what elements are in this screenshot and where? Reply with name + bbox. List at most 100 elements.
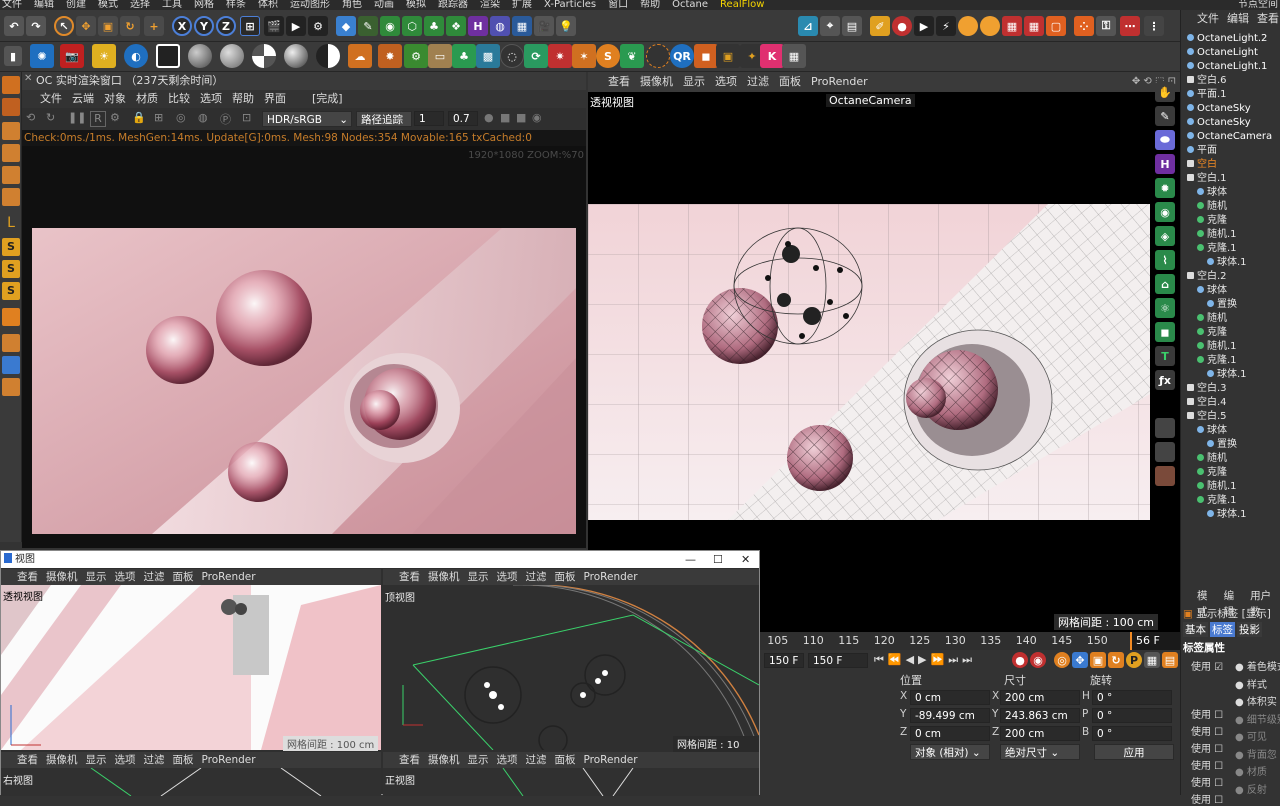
select-tool-icon[interactable]: ↖	[54, 16, 74, 36]
s-tool3-icon[interactable]: S	[2, 282, 20, 300]
octane-cube-icon[interactable]: ◼	[694, 44, 718, 68]
attribute-right-row[interactable]: ● 可见	[1235, 728, 1267, 743]
workplane-icon[interactable]: ⌖	[820, 16, 840, 36]
s-tool2-icon[interactable]: S	[2, 260, 20, 278]
timeline-menu-icon[interactable]: ▤	[1162, 652, 1178, 668]
object-tree-row[interactable]: 空白.1	[1181, 172, 1280, 186]
view-menu-item[interactable]: 过滤	[526, 752, 547, 768]
menu-item[interactable]: 工具	[162, 0, 182, 10]
attribute-right-row[interactable]: ● 材质	[1235, 763, 1267, 778]
object-tree-row[interactable]: 克隆.1	[1181, 242, 1280, 256]
grid-mode-icon[interactable]	[2, 334, 20, 352]
box-icon[interactable]: ▢	[1046, 16, 1066, 36]
render-spin2[interactable]: 0.7	[448, 111, 478, 126]
coordinate-system-icon[interactable]: ⊞	[240, 16, 260, 36]
object-tree-row[interactable]: OctaneCamera	[1181, 130, 1280, 144]
object-tree-row[interactable]: 平面.1	[1181, 88, 1280, 102]
position-field[interactable]: -89.499 cm	[910, 708, 990, 723]
size-field[interactable]: 243.863 cm	[1000, 708, 1080, 723]
view1-perspective[interactable]	[1, 585, 381, 750]
object-tree-row[interactable]: 空白.6	[1181, 74, 1280, 88]
attribute-right-row[interactable]: ● 背面忽	[1235, 746, 1277, 761]
object-tree-row[interactable]: OctaneSky	[1181, 116, 1280, 130]
timeline-ruler[interactable]: 105 110 115 120 125 130 135 140 145 150 56 F	[760, 632, 1180, 650]
object-tree-row[interactable]: 随机.1	[1181, 228, 1280, 242]
object-manager-menu-item[interactable]: 编辑	[1227, 10, 1249, 28]
object-tree-row[interactable]: 克隆.1	[1181, 354, 1280, 368]
octane-star-icon[interactable]: ✶	[572, 44, 596, 68]
object-tree-row[interactable]: 随机.1	[1181, 340, 1280, 354]
menu-item[interactable]: 编辑	[34, 0, 54, 10]
brush-icon[interactable]: ✐	[870, 16, 890, 36]
pause-icon[interactable]: ❚❚	[68, 111, 86, 127]
position-field[interactable]: 0 cm	[910, 726, 990, 741]
view-menu-item[interactable]: 摄像机	[46, 569, 78, 585]
locked-workplane-icon[interactable]: ▤	[842, 16, 862, 36]
view2-top[interactable]	[383, 585, 759, 750]
focus-icon[interactable]: ◎	[176, 111, 192, 127]
size-field[interactable]: 200 cm	[1000, 690, 1080, 705]
generator-icon[interactable]: ♣	[424, 16, 444, 36]
octane-s-icon[interactable]: S	[596, 44, 620, 68]
render-picture-viewer-icon[interactable]: ▶	[286, 16, 306, 36]
octane-gear-icon[interactable]: ⚙	[404, 44, 428, 68]
octane-camera-icon[interactable]: 📷	[60, 44, 84, 68]
menu-item[interactable]: 文件	[2, 0, 22, 10]
material-pick-icon[interactable]: ◍	[198, 111, 214, 127]
transport-buttons[interactable]: ⏮⏪◀▶⏩⏭⏭	[874, 653, 976, 667]
view-menu-item[interactable]: ProRender	[202, 752, 256, 768]
subdivision-icon[interactable]: ◉	[380, 16, 400, 36]
camera-label[interactable]: OctaneCamera	[826, 94, 915, 107]
object-tree-row[interactable]: 空白.2	[1181, 270, 1280, 284]
x-axis-icon[interactable]: X	[172, 16, 192, 36]
cube-green-icon[interactable]: ◼	[1155, 322, 1175, 342]
attribute-right-row[interactable]: ● 样式	[1235, 676, 1267, 691]
menu-item[interactable]: 模拟	[406, 0, 426, 10]
object-tree-row[interactable]: 随机	[1181, 200, 1280, 214]
view-menu-item[interactable]: 过滤	[144, 752, 165, 768]
color-space-dropdown[interactable]: HDR/sRGB ⌄	[262, 111, 352, 127]
octane-burst-icon[interactable]: ✷	[548, 44, 572, 68]
cube-icon[interactable]: ◆	[336, 16, 356, 36]
view-menu-item[interactable]: 面板	[173, 752, 194, 768]
lock-icon[interactable]: 🔒	[132, 111, 148, 127]
view-menu-item[interactable]: 显示	[86, 752, 107, 768]
brush-tool-icon[interactable]: ✎	[1155, 106, 1175, 126]
octane-wood-icon[interactable]: ▭	[428, 44, 452, 68]
view3-right[interactable]	[1, 767, 381, 797]
menu-item[interactable]: 帮助	[640, 0, 660, 10]
object-tree-row[interactable]: OctaneSky	[1181, 102, 1280, 116]
view-menu-item[interactable]: 显示	[86, 569, 107, 585]
deformer-h-icon[interactable]: H	[1155, 154, 1175, 174]
view-menu-item[interactable]: 选项	[497, 752, 518, 768]
polygons-mode-icon[interactable]	[2, 188, 20, 206]
menu-item[interactable]: 样条	[226, 0, 246, 10]
key-select-icon[interactable]: ◎	[1054, 652, 1070, 668]
field-icon[interactable]: ◍	[490, 16, 510, 36]
texture-mode-icon[interactable]	[2, 98, 20, 116]
checkbox[interactable]: ☑	[1211, 662, 1223, 673]
octane-swirl-icon[interactable]: ⟳	[524, 44, 548, 68]
rotate-key-icon[interactable]: ↻	[1108, 652, 1124, 668]
scale-key-icon[interactable]: ▣	[1090, 652, 1106, 668]
attribute-tab[interactable]: 标签	[1210, 622, 1235, 637]
scene-icon[interactable]: ▦	[1002, 16, 1022, 36]
start-frame-field[interactable]: 150 F	[764, 653, 804, 668]
attribute-right-row[interactable]: ● 反射	[1235, 781, 1267, 796]
region-icon[interactable]: R	[90, 111, 106, 127]
view-menu-item[interactable]: 查看	[399, 569, 420, 585]
view-menu-item[interactable]: 面板	[555, 752, 576, 768]
attribute-right-row[interactable]: ● 着色模式	[1235, 658, 1280, 673]
view-menu-item[interactable]: 摄像机	[46, 752, 78, 768]
axis-mode-icon[interactable]: L	[2, 214, 20, 232]
attribute-left-row[interactable]: 使用 ☐	[1191, 723, 1223, 738]
menu-item[interactable]: 网格	[194, 0, 214, 10]
array-icon[interactable]: ❖	[446, 16, 466, 36]
menu-item[interactable]: 角色	[342, 0, 362, 10]
motion-icon[interactable]: ⚡	[936, 16, 956, 36]
checkbox[interactable]: ☐	[1211, 727, 1223, 738]
floor-icon[interactable]: ▦	[512, 16, 532, 36]
octane-mix-icon[interactable]	[252, 44, 276, 68]
light-icon[interactable]: 💡	[556, 16, 576, 36]
object-tree-row[interactable]: 置换	[1181, 438, 1280, 452]
